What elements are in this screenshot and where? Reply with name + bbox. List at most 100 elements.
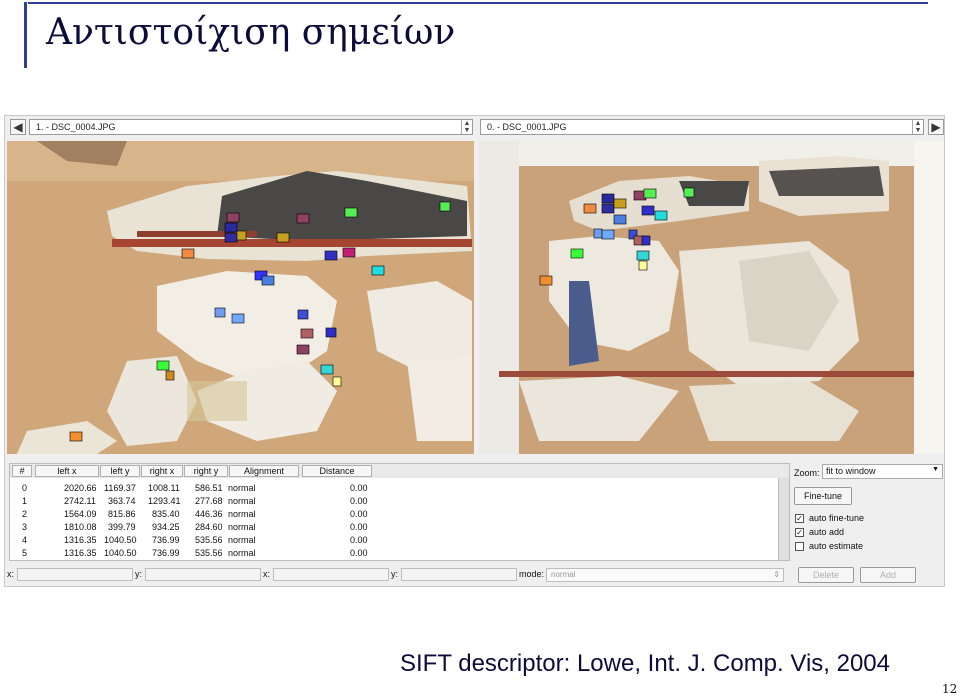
right-x-field[interactable] [273,568,389,581]
cell-left-y: 399.79 [108,522,136,532]
citation: SIFT descriptor: Lowe, Int. J. Comp. Vis… [400,650,890,677]
cell-left-y: 1040.50 [104,548,137,558]
auto-fine-tune-checkbox[interactable]: ✓ [795,514,804,523]
cell-right-y: 586.51 [195,483,223,493]
auto-add-checkbox[interactable]: ✓ [795,528,804,537]
col-index[interactable]: # [12,465,32,477]
col-right-y[interactable]: right y [184,465,228,477]
arrow-left-icon[interactable]: ◀ [10,119,26,135]
dropdown-arrow-icon: ▼ [932,466,939,473]
matches-table[interactable]: # left x left y right x right y Alignmen… [9,463,790,561]
left-image-panel[interactable] [7,141,474,454]
left-y-field[interactable] [145,568,261,581]
point-matcher-window: ◀ 1. - DSC_0004.JPG ▲ ▼ 0. - DSC_0001.JPG… [4,115,945,587]
y-label: y: [135,569,143,579]
cell-left-x: 1316.35 [64,548,97,558]
table-row[interactable]: 2 1564.09 815.86 835.40 446.36 normal 0.… [10,508,780,521]
col-distance[interactable]: Distance [302,465,372,477]
cell-right-x: 736.99 [152,548,180,558]
cell-index: 2 [22,509,28,519]
cell-left-y: 1040.50 [104,535,137,545]
cell-index: 1 [22,496,28,506]
delete-button[interactable]: Delete [798,567,854,583]
cell-index: 4 [22,535,28,545]
table-row[interactable]: 0 2020.66 1169.37 1008.11 586.51 normal … [10,482,780,495]
cell-right-x: 934.25 [152,522,180,532]
cell-left-x: 1564.09 [64,509,97,519]
y-label-right: y: [391,569,399,579]
right-image-name: 0. - DSC_0001.JPG [487,122,567,132]
fine-tune-button[interactable]: Fine-tune [794,487,852,505]
auto-estimate-label: auto estimate [809,541,864,551]
cell-alignment: normal [228,483,256,493]
left-image-name: 1. - DSC_0004.JPG [36,122,116,132]
title-side-rule [24,2,27,68]
cell-distance: 0.00 [350,509,368,519]
table-header: # left x left y right x right y Alignmen… [10,464,789,478]
right-fresco-image [479,141,944,454]
cell-distance: 0.00 [350,535,368,545]
cell-right-y: 284.60 [195,522,223,532]
cell-left-y: 1169.37 [104,483,136,493]
cell-distance: 0.00 [350,548,368,558]
table-row[interactable]: 4 1316.35 1040.50 736.99 535.56 normal 0… [10,534,780,547]
slide-title: Αντιστοίχιση σημείων [46,12,456,53]
auto-fine-tune-label: auto fine-tune [809,513,865,523]
cell-right-x: 736.99 [152,535,180,545]
col-left-x[interactable]: left x [35,465,99,477]
spinner-icon[interactable]: ▲ ▼ [461,120,472,134]
cell-alignment: normal [228,522,256,532]
cell-index: 3 [22,522,28,532]
right-image-select[interactable]: 0. - DSC_0001.JPG ▲ ▼ [480,119,924,135]
col-left-y[interactable]: left y [100,465,140,477]
cell-left-x: 2020.66 [64,483,97,493]
x-label: x: [7,569,15,579]
mode-value: normal [551,570,576,579]
cell-index: 5 [22,548,28,558]
zoom-select[interactable]: fit to window ▼ [822,464,943,479]
cell-left-x: 2742.11 [64,496,96,506]
table-row[interactable]: 3 1810.08 399.79 934.25 284.60 normal 0.… [10,521,780,534]
auto-add-label: auto add [809,527,845,537]
table-row[interactable]: 5 1316.35 1040.50 736.99 535.56 normal 0… [10,547,780,560]
cell-right-x: 1008.11 [148,483,180,493]
cell-index: 0 [22,483,28,493]
col-alignment[interactable]: Alignment [229,465,299,477]
page-number: 12 [942,682,958,696]
cell-left-x: 1316.35 [64,535,97,545]
zoom-value: fit to window [826,466,876,476]
cell-right-y: 277.68 [195,496,223,506]
cell-left-y: 363.74 [108,496,136,506]
x-label-right: x: [263,569,271,579]
cell-distance: 0.00 [350,483,368,493]
left-x-field[interactable] [17,568,133,581]
cell-alignment: normal [228,509,256,519]
cell-right-y: 446.36 [195,509,223,519]
arrow-right-icon[interactable]: ▶ [928,119,944,135]
cell-right-x: 1293.41 [148,496,181,506]
add-button[interactable]: Add [860,567,916,583]
cell-distance: 0.00 [350,522,368,532]
mode-label: mode: [519,569,545,579]
cell-alignment: normal [228,496,256,506]
right-y-field[interactable] [401,568,517,581]
spinner-icon: ⇕ [773,570,780,579]
cell-left-y: 815.86 [108,509,136,519]
coordinate-bar: x: y: x: y: mode: normal ⇕ [5,567,795,583]
table-row[interactable]: 1 2742.11 363.74 1293.41 277.68 normal 0… [10,495,780,508]
cell-right-y: 535.56 [195,535,223,545]
right-image-panel[interactable] [479,141,944,454]
cell-right-x: 835.40 [152,509,180,519]
mode-select[interactable]: normal ⇕ [546,568,784,582]
auto-estimate-checkbox[interactable] [795,542,804,551]
left-fresco-image [7,141,474,454]
left-image-select[interactable]: 1. - DSC_0004.JPG ▲ ▼ [29,119,473,135]
title-rule [28,2,928,4]
cell-right-y: 535.56 [195,548,223,558]
cell-alignment: normal [228,535,256,545]
col-right-x[interactable]: right x [141,465,183,477]
spinner-icon[interactable]: ▲ ▼ [912,120,923,134]
cell-alignment: normal [228,548,256,558]
zoom-label: Zoom: [794,468,820,478]
table-scrollbar[interactable] [778,478,789,560]
